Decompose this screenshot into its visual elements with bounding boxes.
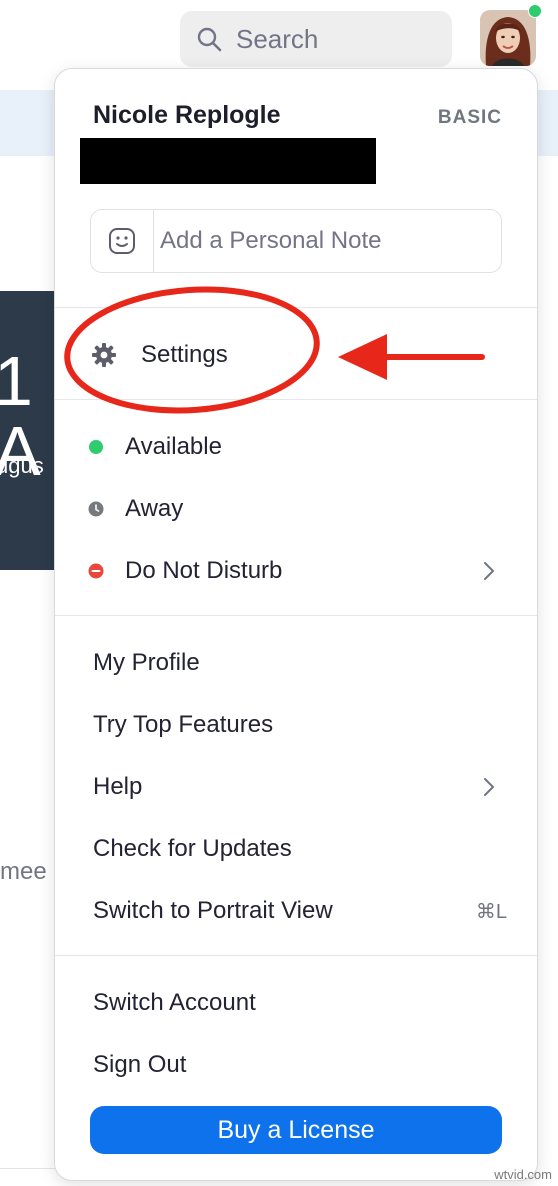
menu-item-help[interactable]: Help [55,759,537,815]
buy-license-button[interactable]: Buy a License [90,1106,502,1154]
profile-menu: Nicole Replogle BASIC Add a Personal Not… [54,68,538,1181]
background-divider [0,1168,56,1169]
do-not-disturb-icon [88,563,104,579]
magnifier-icon [197,27,222,52]
search-bar[interactable]: Search [180,11,452,67]
clock-icon [88,501,104,517]
status-available[interactable]: Available [55,419,537,475]
background-calendar-card: 1 A ugus [0,291,62,570]
search-label: Search [236,23,319,54]
status-away[interactable]: Away [55,481,537,537]
user-avatar[interactable] [480,10,536,66]
background-meeting-text: mee [0,858,47,885]
status-dnd-label: Do Not Disturb [125,557,283,584]
menu-item-settings[interactable]: Settings [55,327,537,383]
menu-item-check-for-updates[interactable]: Check for Updates [55,821,537,877]
divider [55,615,537,616]
my-profile-label: My Profile [93,649,200,676]
divider [55,399,537,400]
menu-item-try-top-features[interactable]: Try Top Features [55,697,537,753]
menu-item-switch-account[interactable]: Switch Account [55,975,537,1031]
status-available-dot [89,440,103,454]
menu-item-sign-out[interactable]: Sign Out [55,1037,537,1093]
status-do-not-disturb[interactable]: Do Not Disturb [55,543,537,599]
sign-out-label: Sign Out [93,1051,187,1078]
watermark: wtvid.com [494,1167,552,1182]
switch-account-label: Switch Account [93,989,256,1016]
personal-note-placeholder: Add a Personal Note [160,227,382,254]
status-available-label: Available [125,433,222,460]
settings-label: Settings [141,341,228,368]
redacted-email [80,138,376,184]
try-top-features-label: Try Top Features [93,711,274,738]
personal-note-field[interactable]: Add a Personal Note [90,209,502,273]
plan-badge: BASIC [437,107,502,128]
divider [55,307,537,308]
portrait-view-shortcut: ⌘L [475,900,507,923]
portrait-view-label: Switch to Portrait View [93,897,333,924]
menu-item-my-profile[interactable]: My Profile [55,635,537,691]
menu-item-portrait-view[interactable]: Switch to Portrait View ⌘L [55,883,537,939]
divider [55,955,537,956]
chevron-right-icon [484,778,494,796]
status-away-label: Away [125,495,184,522]
user-name: Nicole Replogle [93,101,281,129]
help-label: Help [93,773,143,800]
chevron-right-icon [484,562,494,580]
gear-icon [92,343,116,367]
smiley-icon[interactable] [91,210,154,272]
background-month-text: ugus [0,453,44,478]
check-for-updates-label: Check for Updates [93,835,292,862]
online-status-dot [528,4,542,18]
